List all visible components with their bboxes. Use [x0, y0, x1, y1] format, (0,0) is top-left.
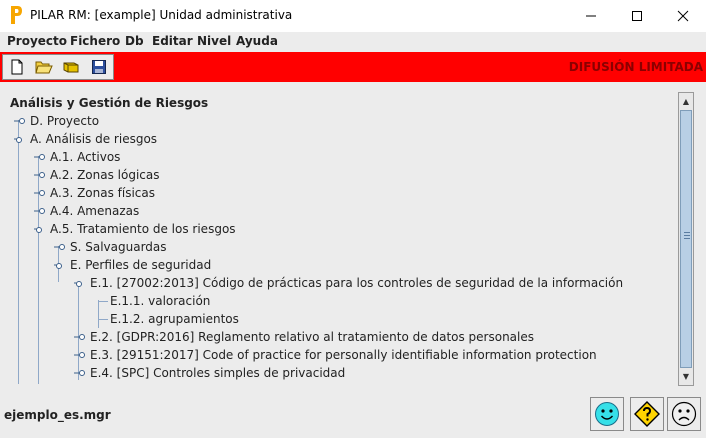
- tree-node-e2[interactable]: E.2. [GDPR:2016] Reglamento relativo al …: [74, 328, 534, 346]
- tree-node-label: A.4. Amenazas: [50, 204, 140, 218]
- tree-node-analisis[interactable]: A. Análisis de riesgos: [14, 130, 157, 148]
- current-filename: ejemplo_es.mgr: [4, 408, 111, 422]
- new-button[interactable]: [6, 57, 28, 77]
- title-bar: PILAR RM: [example] Unidad administrativ…: [0, 0, 706, 32]
- tree-connector: [98, 319, 108, 320]
- pilar-logo-icon: [11, 6, 22, 24]
- tree-node-e4[interactable]: E.4. [SPC] Controles simples de privacid…: [74, 364, 345, 382]
- tree-node-activos[interactable]: A.1. Activos: [34, 148, 120, 166]
- maximize-button[interactable]: [614, 0, 660, 32]
- classification-label: DIFUSIÓN LIMITADA: [568, 60, 703, 74]
- collapsed-handle-icon: [74, 352, 85, 358]
- expanded-handle-icon: [34, 227, 42, 233]
- warning-status-button[interactable]: [630, 397, 664, 431]
- tree-node-amenazas[interactable]: A.4. Amenazas: [34, 202, 139, 220]
- menu-editar[interactable]: Editar: [152, 34, 193, 48]
- save-disk-icon: [92, 60, 106, 74]
- tree-node-label: E.1.1. valoración: [110, 294, 211, 308]
- collapsed-handle-icon: [74, 370, 85, 376]
- tree-node-label: A.2. Zonas lógicas: [50, 168, 160, 182]
- close-button[interactable]: [660, 0, 706, 32]
- menu-fichero[interactable]: Fichero: [70, 34, 120, 48]
- tree-node-label: E.4. [SPC] Controles simples de privacid…: [90, 366, 346, 380]
- menu-nivel[interactable]: Nivel: [197, 34, 231, 48]
- tree-node-label: E.1.2. agrupamientos: [110, 312, 239, 326]
- collapsed-handle-icon: [14, 118, 25, 124]
- main-panel: Análisis y Gestión de Riesgos D. Proyect…: [0, 82, 706, 388]
- tree-node-e3[interactable]: E.3. [29151:2017] Code of practice for p…: [74, 346, 597, 364]
- tree-node-label: A.5. Tratamiento de los riesgos: [50, 222, 236, 236]
- scroll-down-button[interactable]: ▼: [679, 369, 693, 383]
- tree-node-proyecto[interactable]: D. Proyecto: [14, 112, 99, 130]
- tree-node-salvaguardas[interactable]: S. Salvaguardas: [54, 238, 167, 256]
- expanded-handle-icon: [14, 137, 22, 143]
- risk-tree[interactable]: Análisis y Gestión de Riesgos D. Proyect…: [3, 90, 678, 384]
- open-button[interactable]: [33, 57, 55, 77]
- scroll-up-button[interactable]: ▲: [679, 94, 693, 108]
- warning-question-icon: [634, 401, 660, 427]
- database-icon: [63, 62, 79, 73]
- tree-node-e1[interactable]: E.1. [27002:2013] Código de prácticas pa…: [74, 274, 623, 292]
- scroll-up-arrow-icon: ▲: [682, 96, 690, 106]
- tree-node-zonas-fisicas[interactable]: A.3. Zonas físicas: [34, 184, 155, 202]
- tree-node-label: E.1. [27002:2013] Código de prácticas pa…: [90, 276, 624, 290]
- collapsed-handle-icon: [34, 190, 45, 196]
- expanded-handle-icon: [74, 281, 82, 287]
- menu-ayuda[interactable]: Ayuda: [236, 34, 278, 48]
- minimize-icon: [586, 15, 596, 17]
- happy-face-icon: [595, 402, 619, 426]
- tree-node-label: S. Salvaguardas: [70, 240, 167, 254]
- menu-proyecto[interactable]: Proyecto: [7, 34, 67, 48]
- happy-status-button[interactable]: [590, 397, 624, 431]
- tree-node-label: E.3. [29151:2017] Code of practice for p…: [90, 348, 597, 362]
- menu-bar: Proyecto Fichero Db Editar Nivel Ayuda: [0, 32, 706, 52]
- tree-node-label: A.1. Activos: [50, 150, 121, 164]
- tree-scrollbar[interactable]: ▲ ▼: [678, 92, 694, 386]
- maximize-icon: [632, 11, 642, 21]
- tree-connector: [18, 120, 19, 384]
- tree-connector: [98, 300, 99, 328]
- tree-leaf-valoracion[interactable]: E.1.1. valoración: [110, 292, 210, 310]
- tree-node-label: A.3. Zonas físicas: [50, 186, 156, 200]
- collapsed-handle-icon: [74, 334, 85, 340]
- close-icon: [677, 10, 689, 22]
- scroll-thumb[interactable]: [680, 110, 692, 368]
- collapsed-handle-icon: [34, 154, 45, 160]
- tree-connector: [98, 301, 108, 302]
- toolbar-button-group: [2, 54, 114, 80]
- open-folder-icon: [35, 61, 53, 74]
- tree-node-label: E. Perfiles de seguridad: [70, 258, 212, 272]
- scroll-down-arrow-icon: ▼: [682, 371, 690, 381]
- sad-status-button[interactable]: [667, 397, 701, 431]
- database-button[interactable]: [60, 57, 82, 77]
- tree-node-label: E.2. [GDPR:2016] Reglamento relativo al …: [90, 330, 535, 344]
- tree-node-label: A. Análisis de riesgos: [30, 132, 158, 146]
- expanded-handle-icon: [54, 263, 62, 269]
- tree-node-label: D. Proyecto: [30, 114, 100, 128]
- collapsed-handle-icon: [34, 172, 45, 178]
- tree-node-perfiles[interactable]: E. Perfiles de seguridad: [54, 256, 211, 274]
- collapsed-handle-icon: [54, 244, 65, 250]
- sad-face-icon: [671, 401, 697, 427]
- status-bar: ejemplo_es.mgr: [0, 388, 706, 438]
- menu-db[interactable]: Db: [125, 34, 144, 48]
- minimize-button[interactable]: [568, 0, 614, 32]
- tree-node-zonas-logicas[interactable]: A.2. Zonas lógicas: [34, 166, 160, 184]
- tree-node-tratamiento[interactable]: A.5. Tratamiento de los riesgos: [34, 220, 236, 238]
- tree-root-label: Análisis y Gestión de Riesgos: [10, 96, 209, 110]
- save-button[interactable]: [88, 57, 110, 77]
- collapsed-handle-icon: [34, 208, 45, 214]
- toolbar: DIFUSIÓN LIMITADA: [0, 52, 706, 82]
- tree-leaf-agrupamientos[interactable]: E.1.2. agrupamientos: [110, 310, 239, 328]
- tree-root[interactable]: Análisis y Gestión de Riesgos: [10, 94, 208, 112]
- window-title: PILAR RM: [example] Unidad administrativ…: [30, 8, 293, 22]
- new-document-icon: [11, 59, 23, 75]
